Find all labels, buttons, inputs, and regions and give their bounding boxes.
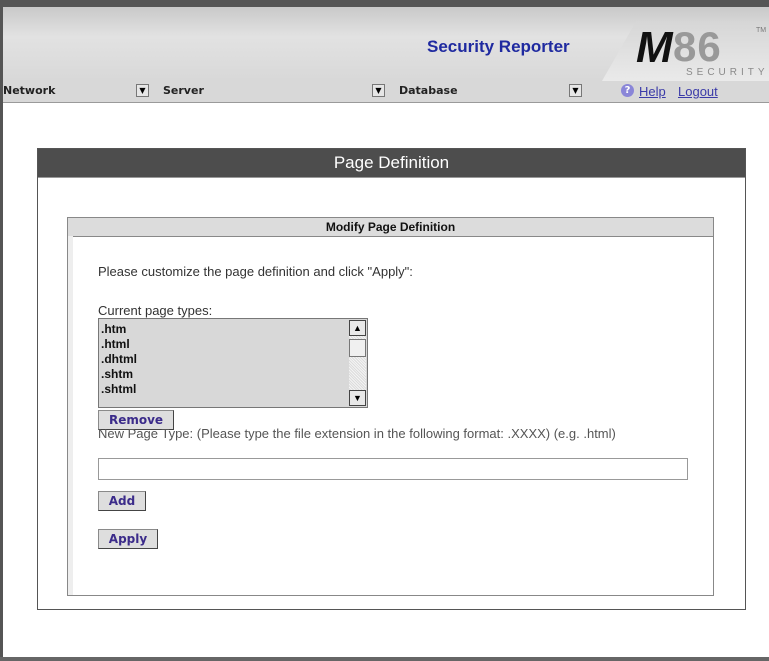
help-icon[interactable]: ? — [621, 84, 634, 97]
menu-network[interactable]: Network — [3, 84, 55, 97]
add-button[interactable]: Add — [98, 491, 146, 511]
new-page-type-label: New Page Type: (Please type the file ext… — [98, 426, 616, 441]
help-link[interactable]: Help — [639, 84, 666, 99]
scroll-down-icon[interactable]: ▼ — [349, 390, 366, 406]
list-item[interactable]: .dhtml — [100, 352, 137, 367]
apply-button[interactable]: Apply — [98, 529, 158, 549]
menu-server[interactable]: Server — [163, 84, 204, 97]
page-definition-panel: Page Definition Modify Page Definition P… — [37, 148, 746, 610]
list-item[interactable]: .shtm — [100, 367, 137, 382]
instructions-text: Please customize the page definition and… — [98, 264, 413, 279]
current-page-types-label: Current page types: — [98, 303, 213, 318]
logo-number: 86 — [673, 23, 722, 70]
page-types-listbox[interactable]: .htm .html .dhtml .shtm .shtml ▲ ▼ — [98, 318, 368, 408]
menu-database[interactable]: Database — [399, 84, 458, 97]
scroll-up-icon[interactable]: ▲ — [349, 320, 366, 336]
window-frame-bottom — [0, 657, 769, 661]
list-item[interactable]: .html — [100, 337, 137, 352]
network-dropdown-arrow-icon[interactable]: ▼ — [136, 84, 149, 97]
app-title: Security Reporter — [427, 37, 570, 56]
logo-mark: M — [636, 23, 673, 72]
subpanel-title: Modify Page Definition — [68, 218, 713, 237]
window-frame-top — [0, 0, 769, 7]
page-types-list: .htm .html .dhtml .shtm .shtml — [100, 322, 137, 397]
logout-link[interactable]: Logout — [678, 84, 718, 99]
menu-bar: Network ▼ Server ▼ Database ▼ ? Help Log… — [3, 81, 769, 103]
listbox-scrollbar[interactable]: ▲ ▼ — [349, 320, 366, 406]
header-banner: Security Reporter M 86 TM SECURITY — [3, 7, 769, 88]
modify-page-definition-box: Modify Page Definition Please customize … — [67, 217, 714, 596]
subpanel-side-strip — [68, 236, 73, 595]
list-item[interactable]: .shtml — [100, 382, 137, 397]
logo-trademark: TM — [756, 27, 767, 34]
server-dropdown-arrow-icon[interactable]: ▼ — [372, 84, 385, 97]
database-dropdown-arrow-icon[interactable]: ▼ — [569, 84, 582, 97]
panel-title: Page Definition — [38, 149, 745, 177]
list-item[interactable]: .htm — [100, 322, 137, 337]
new-page-type-input[interactable] — [98, 458, 688, 480]
m86-logo: M 86 TM SECURITY — [598, 21, 769, 88]
scroll-thumb[interactable] — [349, 339, 366, 357]
panel-divider — [38, 177, 745, 178]
logo-tagline: SECURITY — [686, 67, 769, 78]
